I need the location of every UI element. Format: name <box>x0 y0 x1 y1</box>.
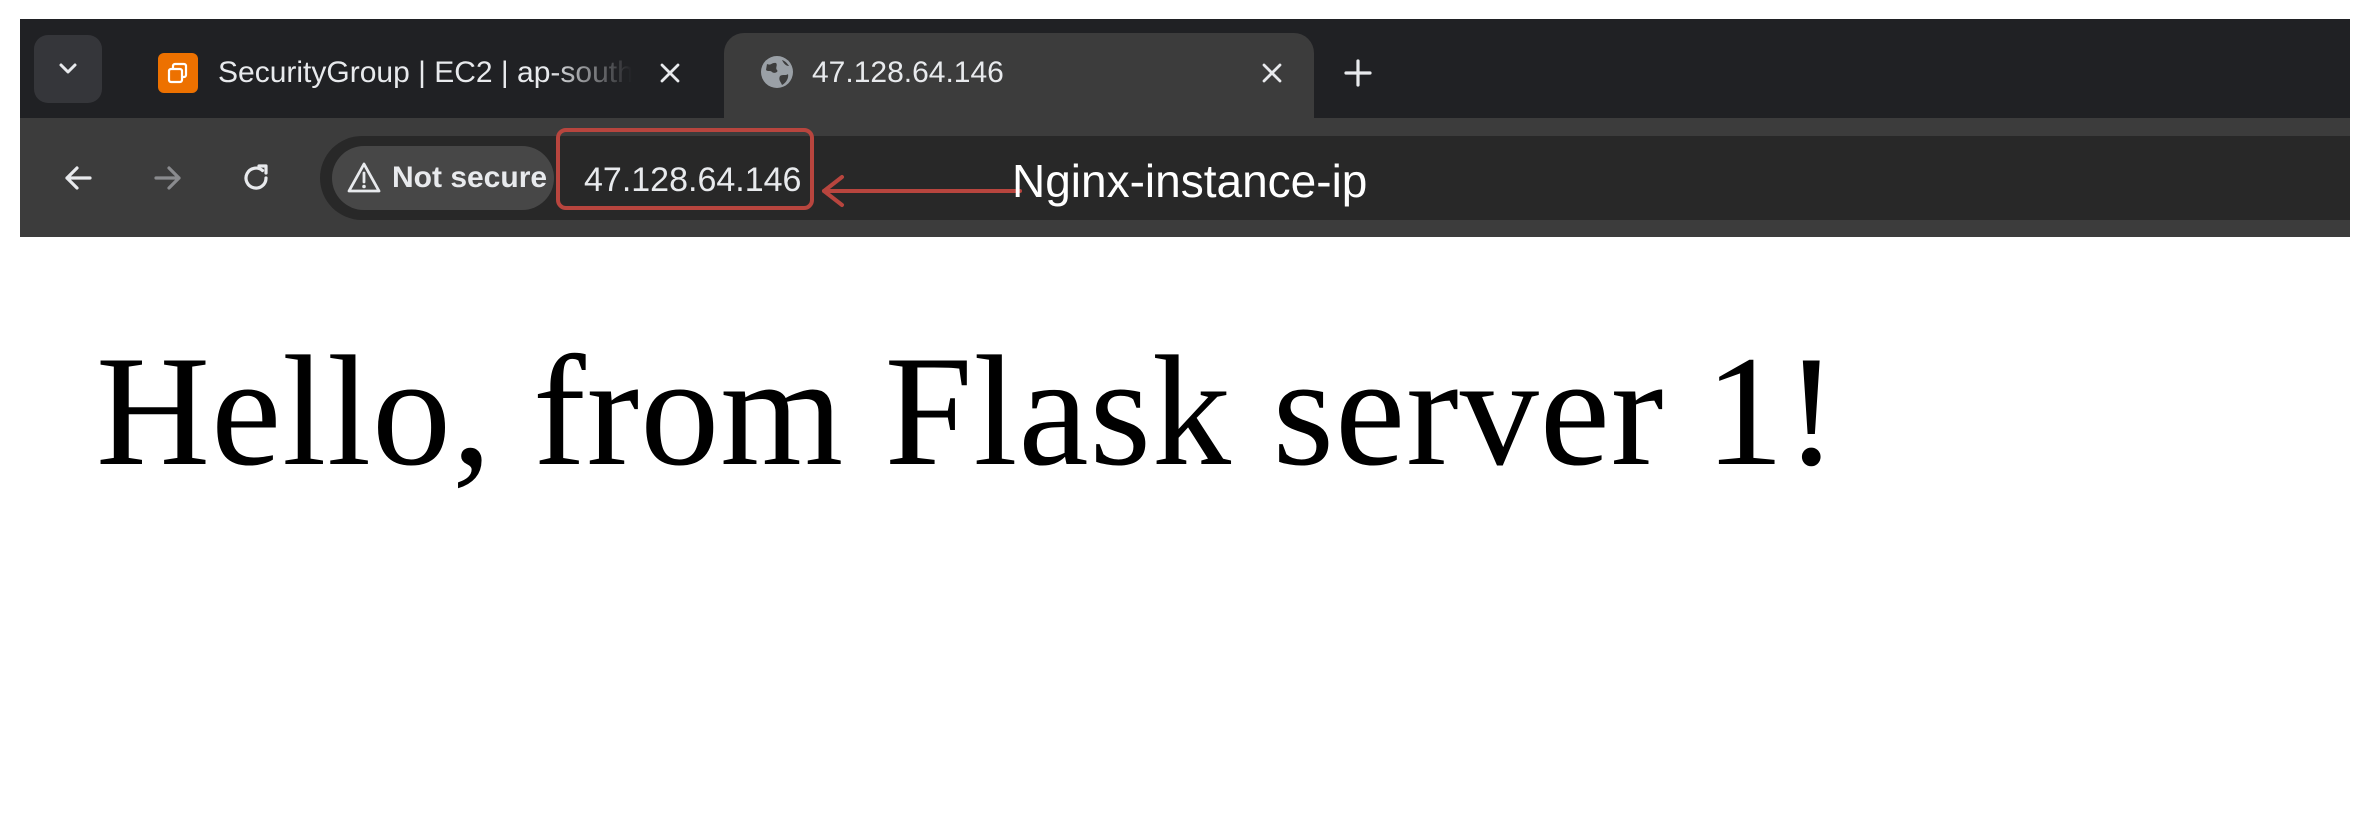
page-heading: Hello, from Flask server 1! <box>96 324 1839 499</box>
close-icon <box>660 63 680 83</box>
close-tab-button[interactable] <box>1254 55 1290 91</box>
annotation-label: Nginx-instance-ip <box>1012 155 1368 207</box>
tab-title: 47.128.64.146 <box>812 56 1004 89</box>
browser-window: SecurityGroup | EC2 | ap-southeast-1 47.… <box>20 19 2350 237</box>
chevron-down-icon <box>59 63 77 74</box>
reload-icon <box>244 164 268 190</box>
site-security-chip[interactable]: Not secure <box>332 146 554 210</box>
not-secure-label: Not secure <box>392 161 548 194</box>
close-tab-button[interactable] <box>652 55 688 91</box>
close-icon <box>1262 63 1282 83</box>
new-tab-button[interactable] <box>1338 53 1378 93</box>
globe-icon <box>761 56 793 88</box>
warning-icon <box>347 162 381 193</box>
annotation-arrow <box>822 175 1022 207</box>
tab-security-group[interactable]: SecurityGroup | EC2 | ap-southeast-1 <box>120 33 720 118</box>
plus-icon <box>1344 59 1372 87</box>
reload-button[interactable] <box>232 154 280 202</box>
tab-active-page[interactable]: 47.128.64.146 <box>724 33 1314 118</box>
tab-title: SecurityGroup | EC2 | ap-southeast-1 <box>218 56 632 89</box>
arrow-right-icon <box>154 166 181 190</box>
tab-strip: SecurityGroup | EC2 | ap-southeast-1 47.… <box>20 19 2350 118</box>
tab-search-button[interactable] <box>34 35 102 103</box>
arrow-left-icon <box>65 166 92 190</box>
forward-button[interactable] <box>144 154 192 202</box>
aws-ec2-icon <box>158 53 198 93</box>
back-button[interactable] <box>54 154 102 202</box>
url-text[interactable]: 47.128.64.146 <box>584 158 801 202</box>
